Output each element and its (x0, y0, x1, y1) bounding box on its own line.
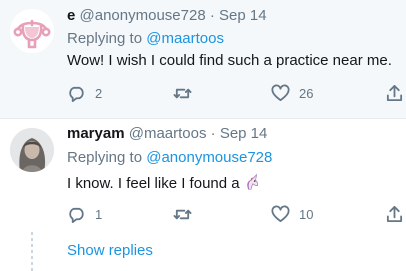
tweet-date[interactable]: Sep 14 (220, 125, 268, 142)
user-photo (10, 128, 54, 172)
reply-count: 1 (95, 207, 103, 222)
display-name[interactable]: maryam (67, 125, 125, 142)
reply-button[interactable]: 2 (67, 84, 102, 103)
user-handle[interactable]: @maartoos (129, 125, 207, 142)
uterus-avatar[interactable] (10, 9, 54, 53)
retweet-icon (173, 209, 192, 220)
tweet-text: I know. I feel like I found a (67, 173, 261, 192)
tweet-actions: 1 10 (67, 205, 406, 227)
separator-dot: · (209, 7, 215, 24)
tweet-header: maryam @maartoos · Sep 14 (67, 125, 267, 142)
share-button[interactable] (385, 205, 404, 224)
mention-link[interactable]: @anonymouse728 (146, 149, 272, 166)
reply-count: 2 (95, 86, 103, 101)
user-handle[interactable]: @anonymouse728 (80, 7, 206, 24)
reply-icon (69, 86, 84, 103)
reply-button[interactable]: 1 (67, 205, 102, 224)
unicorn-icon (246, 173, 258, 190)
replying-to: Replying to @maartoos (67, 30, 224, 47)
tweet-header: e @anonymouse728 · Sep 14 (67, 7, 267, 24)
replying-to-label: Replying to (67, 30, 147, 47)
thread-line (31, 232, 33, 271)
display-name[interactable]: e (67, 7, 75, 24)
heart-icon (271, 84, 290, 102)
retweet-button[interactable] (173, 205, 201, 224)
heart-icon (271, 205, 290, 223)
like-count: 26 (299, 86, 314, 101)
retweet-button[interactable] (173, 84, 201, 103)
tweet-text: Wow! I wish I could find such a practice… (67, 52, 392, 69)
show-replies-link[interactable]: Show replies (67, 242, 153, 259)
uterus-icon (13, 19, 51, 49)
like-button[interactable]: 26 (271, 84, 313, 103)
share-icon (386, 84, 403, 102)
tweet-date[interactable]: Sep 14 (219, 7, 267, 24)
like-button[interactable]: 10 (271, 205, 313, 224)
tweet-actions: 2 26 (67, 84, 406, 106)
tweet-text-content: I know. I feel like I found a (67, 175, 240, 192)
retweet-icon (173, 88, 192, 99)
mention-link[interactable]: @maartoos (146, 30, 224, 47)
user-photo-avatar[interactable] (10, 128, 54, 172)
replying-to-label: Replying to (67, 149, 147, 166)
reply-icon (69, 207, 84, 224)
separator-dot: · (210, 125, 216, 142)
replying-to: Replying to @anonymouse728 (67, 149, 272, 166)
share-button[interactable] (385, 84, 404, 103)
tweet[interactable]: maryam @maartoos · Sep 14 Replying to @a… (0, 119, 406, 271)
like-count: 10 (299, 207, 314, 222)
tweet[interactable]: e @anonymouse728 · Sep 14 Replying to @m… (0, 0, 406, 119)
share-icon (386, 205, 403, 223)
